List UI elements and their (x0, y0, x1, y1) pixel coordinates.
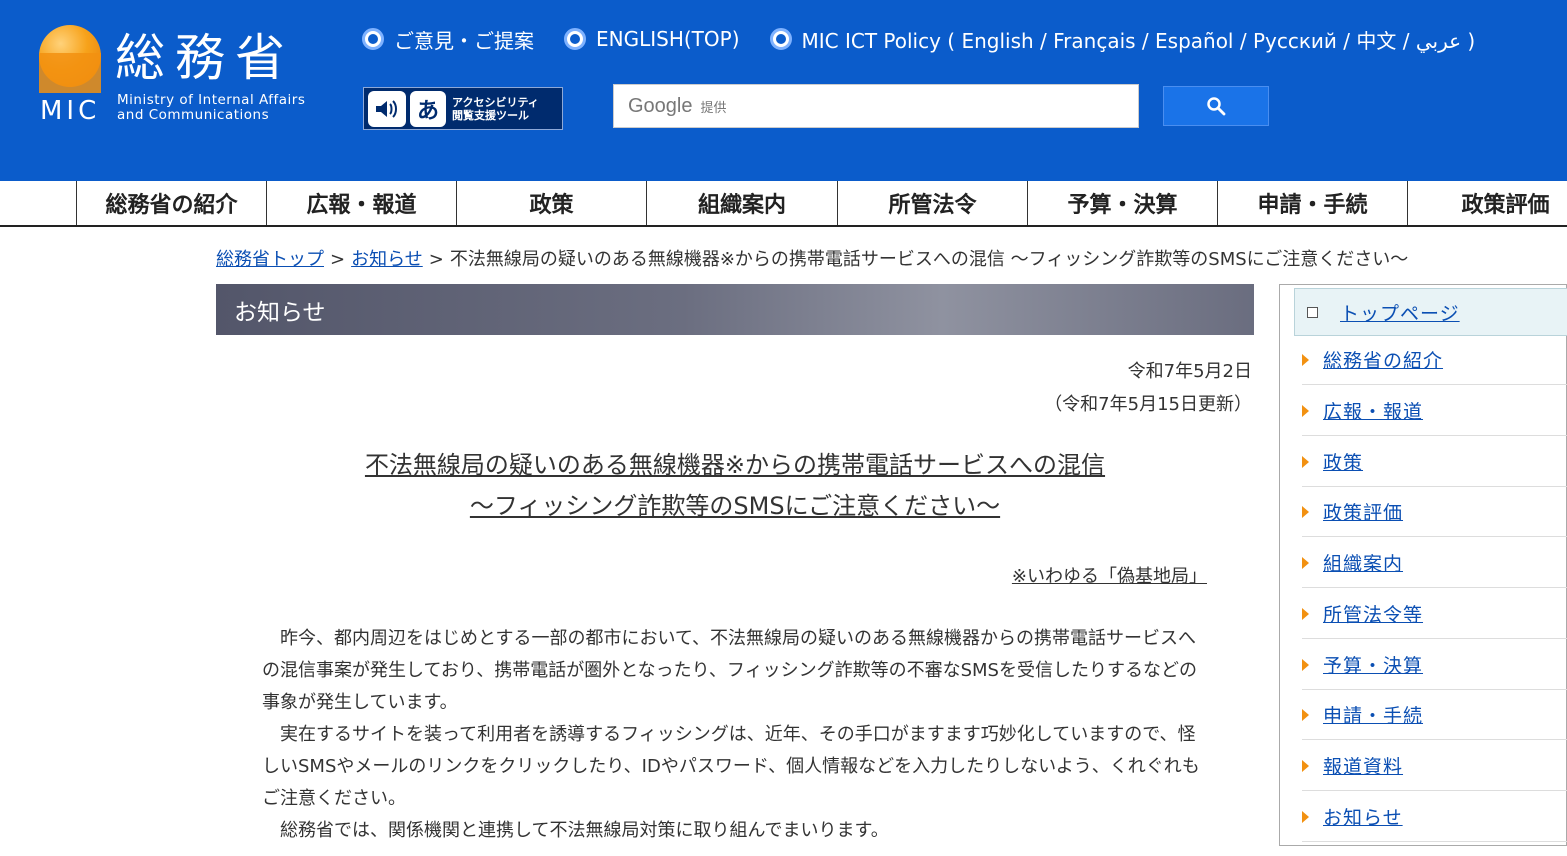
ict-policy-link[interactable]: MIC ICT Policy ( English / Français / Es… (769, 25, 1476, 54)
accessibility-a-icon: あ (410, 90, 446, 127)
arrow-right-icon (1302, 759, 1309, 772)
sidebar-item-organization[interactable]: 組織案内 (1302, 538, 1567, 588)
logo-english: Ministry of Internal Affairs and Communi… (117, 93, 305, 123)
sidebar-item-policy[interactable]: 政策 (1302, 437, 1567, 487)
sidebar: トップページ 総務省の紹介 広報・報道 政策 政策評価 組織案内 所管法令等 予… (1279, 284, 1567, 846)
accessibility-tool-button[interactable]: あ アクセシビリティ 閲覧支援ツール (363, 87, 563, 130)
sidebar-item-budget[interactable]: 予算・決算 (1302, 640, 1567, 690)
arrow-right-icon (1302, 708, 1309, 721)
feedback-link-label: ご意見・ご提案 (394, 28, 534, 53)
nav-organization[interactable]: 組織案内 (646, 181, 837, 225)
article-paragraph: 昨今、都内周辺をはじめとする一部の都市において、不法無線局の疑いのある無線機器か… (262, 628, 1197, 713)
arrow-right-icon (1302, 455, 1309, 468)
article-paragraph: 総務省では、関係機関と連携して不法無線局対策に取り組んでまいります。 (280, 820, 889, 841)
breadcrumb-separator: > (428, 249, 444, 270)
accessibility-label-line2: 閲覧支援ツール (452, 108, 529, 122)
breadcrumb-separator: > (330, 249, 346, 270)
arrow-right-icon (1302, 810, 1309, 823)
article-title-line1: 不法無線局の疑いのある無線機器※からの携帯電話サービスへの混信 (364, 451, 1106, 479)
breadcrumb-current: 不法無線局の疑いのある無線機器※からの携帯電話サービスへの混信 ～フィッシング詐… (449, 249, 1409, 270)
sidebar-item-label: 政策評価 (1323, 502, 1404, 524)
sidebar-item-label: 所管法令等 (1323, 604, 1424, 626)
nav-intro[interactable]: 総務省の紹介 (76, 181, 266, 225)
sidebar-item-label: お知らせ (1323, 807, 1403, 829)
radio-icon (362, 28, 384, 50)
logo-mic: MIC (40, 96, 101, 126)
nav-press[interactable]: 広報・報道 (266, 181, 456, 225)
sidebar-item-press[interactable]: 広報・報道 (1302, 386, 1567, 436)
search-button[interactable] (1163, 86, 1269, 126)
breadcrumb-news-link[interactable]: お知らせ (351, 249, 423, 270)
radio-icon (769, 28, 792, 50)
sidebar-item-label: 広報・報道 (1323, 401, 1424, 423)
nav-applications[interactable]: 申請・手続 (1217, 181, 1407, 225)
arrow-right-icon (1302, 607, 1309, 620)
sidebar-item-label: 政策 (1323, 452, 1364, 474)
sidebar-item-intro[interactable]: 総務省の紹介 (1302, 335, 1567, 385)
publish-date: 令和7年5月2日 (1127, 361, 1252, 382)
article-title-line2: ～フィッシング詐欺等のSMSにご注意ください～ (469, 492, 1001, 520)
sidebar-item-evaluation[interactable]: 政策評価 (1302, 487, 1567, 537)
footnote: ※いわゆる「偽基地局」 (1011, 566, 1207, 587)
arrow-right-icon (1302, 505, 1309, 518)
arrow-right-icon (1302, 658, 1309, 671)
arrow-right-icon (1302, 556, 1309, 569)
breadcrumb: 総務省トップ > お知らせ > 不法無線局の疑いのある無線機器※からの携帯電話サービスへ… (216, 245, 1408, 271)
arrow-right-icon (1302, 404, 1309, 417)
sidebar-item-press-releases[interactable]: 報道資料 (1302, 741, 1567, 791)
accessibility-label: アクセシビリティ 閲覧支援ツール (452, 96, 539, 122)
logo-square-icon (39, 53, 101, 93)
top-links: ご意見・ご提案 ENGLISH(TOP) MIC ICT Policy ( En… (362, 22, 1505, 56)
nav-laws[interactable]: 所管法令 (837, 181, 1027, 225)
sidebar-item-applications[interactable]: 申請・手続 (1302, 690, 1567, 740)
updated-date: （令和7年5月15日更新） (1044, 394, 1252, 415)
google-provided-label: 提供 (700, 100, 727, 116)
site-header: 総務省 MIC Ministry of Internal Affairs and… (0, 0, 1567, 181)
sidebar-item-label: 報道資料 (1323, 756, 1404, 778)
arrow-right-icon (1302, 353, 1309, 366)
logo-kanji[interactable]: 総務省 (115, 28, 295, 88)
sidebar-item-label: トップページ (1340, 302, 1460, 325)
english-top-link[interactable]: ENGLISH(TOP) (564, 27, 740, 51)
radio-icon (564, 28, 586, 50)
nav-evaluation[interactable]: 政策評価 (1407, 181, 1567, 225)
square-icon (1307, 306, 1318, 318)
sidebar-item-top[interactable]: トップページ (1294, 288, 1567, 336)
sidebar-item-label: 申請・手続 (1323, 705, 1424, 727)
section-title: お知らせ (216, 284, 1254, 335)
article-body: 昨今、都内周辺をはじめとする一部の都市において、不法無線局の疑いのある無線機器か… (262, 623, 1207, 847)
english-top-link-label: ENGLISH(TOP) (596, 27, 740, 51)
logo-english-line1: Ministry of Internal Affairs (117, 92, 306, 108)
nav-policy[interactable]: 政策 (456, 181, 646, 225)
feedback-link[interactable]: ご意見・ご提案 (362, 25, 534, 54)
search-icon (1207, 97, 1226, 116)
article-paragraph: 実在するサイトを装って利用者を誘導するフィッシングは、近年、その手口がますます巧… (262, 724, 1200, 809)
breadcrumb-home-link[interactable]: 総務省トップ (216, 249, 324, 270)
accessibility-label-line1: アクセシビリティ (452, 95, 539, 109)
nav-budget[interactable]: 予算・決算 (1027, 181, 1217, 225)
logo-english-line2: and Communications (117, 107, 270, 123)
sidebar-item-label: 予算・決算 (1323, 655, 1424, 677)
search-input[interactable]: Google 提供 (613, 84, 1139, 128)
speaker-icon (368, 90, 406, 127)
sidebar-item-label: 組織案内 (1323, 553, 1404, 575)
global-nav: 総務省の紹介 広報・報道 政策 組織案内 所管法令 予算・決算 申請・手続 政策… (0, 181, 1567, 227)
sidebar-item-news[interactable]: お知らせ (1302, 792, 1567, 842)
sidebar-item-label: 総務省の紹介 (1323, 350, 1444, 372)
ict-policy-link-label: MIC ICT Policy ( English / Français / Es… (801, 28, 1476, 53)
google-brand: Google (628, 94, 693, 117)
mic-logo-mark[interactable] (39, 25, 101, 93)
sidebar-item-laws[interactable]: 所管法令等 (1302, 589, 1567, 639)
